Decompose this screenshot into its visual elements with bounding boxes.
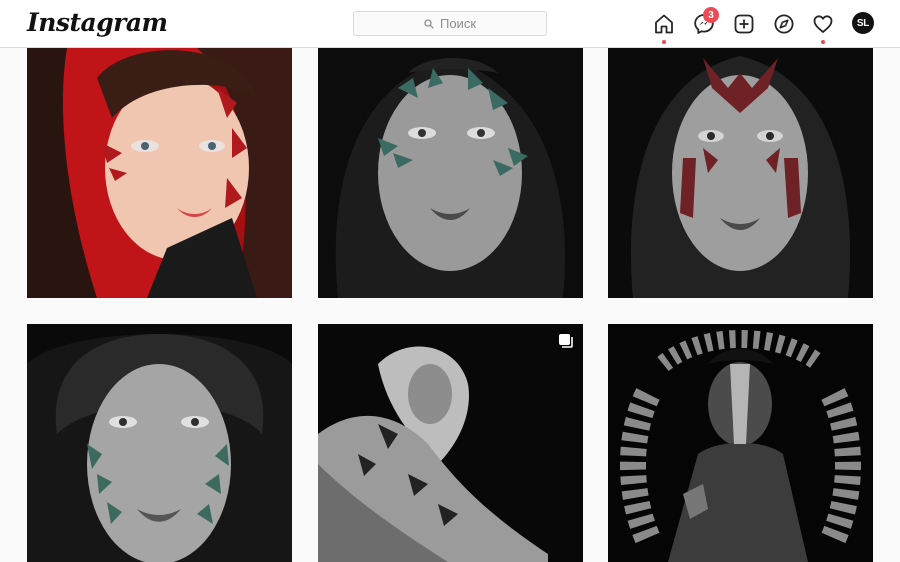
home-notification-dot <box>662 40 666 44</box>
search-placeholder: Поиск <box>439 16 477 31</box>
compass-icon <box>774 14 794 34</box>
post-thumbnail[interactable] <box>608 324 873 562</box>
post-image <box>318 324 583 562</box>
search-input[interactable]: Поиск <box>353 11 547 36</box>
plus-square-icon <box>734 14 754 34</box>
search-icon <box>424 18 434 29</box>
post-image <box>608 48 873 298</box>
new-post-button[interactable] <box>732 12 756 36</box>
home-icon <box>655 14 673 34</box>
post-thumbnail[interactable] <box>608 48 873 298</box>
activity-button[interactable] <box>811 12 835 44</box>
post-thumbnail[interactable] <box>27 324 292 562</box>
post-image <box>608 324 873 562</box>
home-button[interactable] <box>652 12 676 44</box>
post-thumbnail[interactable] <box>318 324 583 562</box>
post-image <box>27 324 292 562</box>
post-thumbnail[interactable] <box>318 48 583 298</box>
profile-avatar[interactable]: SL <box>852 12 874 34</box>
activity-notification-dot <box>821 40 825 44</box>
top-navigation-bar: Instagram Поиск 3 SL <box>0 0 900 48</box>
post-image <box>318 48 583 298</box>
multiple-posts-icon <box>559 334 573 348</box>
heart-icon <box>813 15 833 33</box>
messages-button[interactable]: 3 <box>692 7 719 36</box>
instagram-logo[interactable]: Instagram <box>27 8 168 37</box>
post-image <box>27 48 292 298</box>
messages-badge: 3 <box>703 7 719 23</box>
explore-button[interactable] <box>772 12 796 36</box>
post-thumbnail[interactable] <box>27 48 292 298</box>
